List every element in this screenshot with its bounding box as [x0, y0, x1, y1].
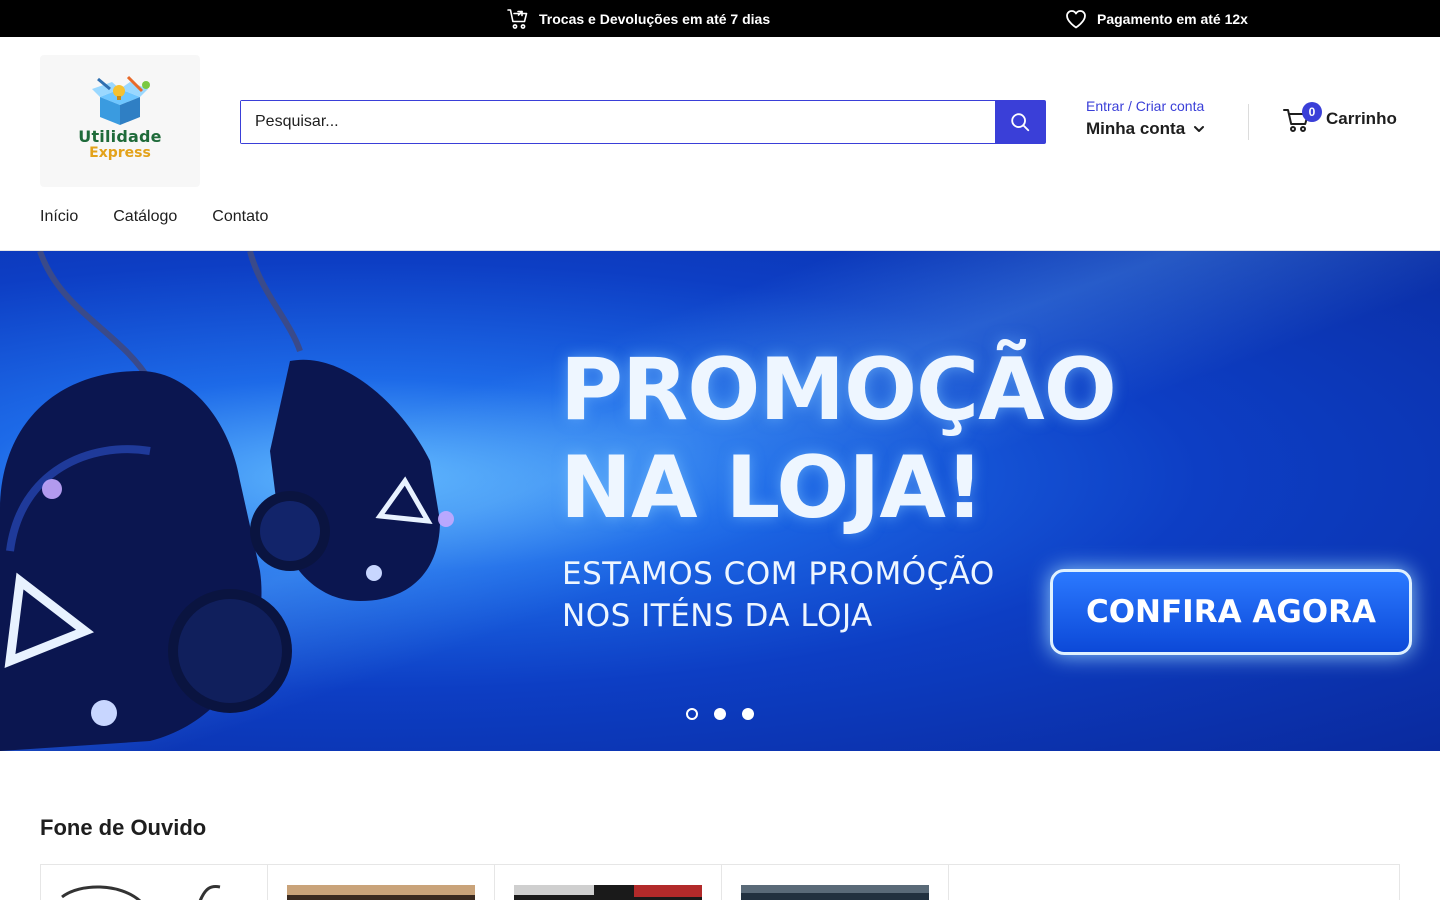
hero-title: PROMOÇÃO NA LOJA!	[560, 340, 1117, 538]
main-nav: Início Catálogo Contato	[40, 208, 268, 226]
store-logo[interactable]: Utilidade Express	[40, 55, 200, 187]
product-card[interactable]	[722, 865, 949, 900]
nav-item-catalogo[interactable]: Catálogo	[113, 208, 177, 226]
product-thumbnail	[287, 885, 475, 900]
section-title: Fone de Ouvido	[40, 815, 207, 840]
header-divider	[1248, 104, 1249, 140]
earphones-image	[0, 251, 454, 751]
product-thumbnail	[741, 885, 929, 900]
hero-subtitle: ESTAMOS COM PROMÓÇÃO NOS ITÉNS DA LOJA	[562, 553, 995, 637]
slide-dot-1[interactable]	[686, 708, 698, 720]
logo-box-icon	[92, 75, 150, 125]
cart-icon-wrap: 0	[1282, 102, 1322, 134]
login-link[interactable]: Entrar / Criar conta	[1086, 98, 1205, 114]
hero-title-line1: PROMOÇÃO	[560, 340, 1117, 440]
search-button[interactable]	[995, 101, 1045, 143]
announcement-returns-text: Trocas e Devoluções em até 7 dias	[539, 10, 771, 27]
product-thumbnail	[61, 885, 221, 900]
hero-subtitle-line2: NOS ITÉNS DA LOJA	[562, 598, 873, 634]
hero-title-line2: NA LOJA!	[560, 438, 984, 538]
announcement-payment: Pagamento em até 12x	[1064, 0, 1248, 37]
heart-icon	[1066, 9, 1086, 28]
search-input[interactable]	[241, 101, 995, 143]
my-account-label: Minha conta	[1086, 119, 1186, 138]
nav-item-contato[interactable]: Contato	[212, 208, 268, 226]
search-icon	[1011, 113, 1030, 132]
slideshow-dots	[686, 708, 754, 720]
product-card[interactable]	[41, 865, 268, 900]
chevron-down-icon	[1194, 126, 1205, 132]
cart-return-icon	[507, 8, 528, 29]
hero-subtitle-line1: ESTAMOS COM PROMÓÇÃO	[562, 556, 995, 592]
cart-button[interactable]: 0 Carrinho	[1282, 102, 1397, 134]
announcement-returns: Trocas e Devoluções em até 7 dias	[506, 0, 770, 37]
search-bar	[240, 100, 1046, 144]
slide-dot-3[interactable]	[742, 708, 754, 720]
logo-text-line2: Express	[89, 145, 151, 161]
announcement-bar: Trocas e Devoluções em até 7 dias Pagame…	[0, 0, 1440, 37]
product-grid	[40, 864, 1400, 900]
cart-count-badge: 0	[1302, 102, 1322, 122]
nav-item-inicio[interactable]: Início	[40, 208, 78, 226]
product-card[interactable]	[268, 865, 495, 900]
announcement-payment-text: Pagamento em até 12x	[1097, 10, 1248, 27]
hero-cta-button[interactable]: CONFIRA AGORA	[1050, 569, 1412, 655]
product-thumbnail	[514, 885, 702, 900]
product-card[interactable]	[495, 865, 722, 900]
slide-dot-2[interactable]	[714, 708, 726, 720]
logo-text-line1: Utilidade	[78, 127, 162, 146]
cart-label: Carrinho	[1326, 109, 1397, 128]
hero-banner[interactable]: PROMOÇÃO NA LOJA! ESTAMOS COM PROMÓÇÃO N…	[0, 251, 1440, 751]
account-menu: Entrar / Criar conta Minha conta	[1086, 98, 1205, 139]
my-account-dropdown[interactable]: Minha conta	[1086, 119, 1205, 139]
